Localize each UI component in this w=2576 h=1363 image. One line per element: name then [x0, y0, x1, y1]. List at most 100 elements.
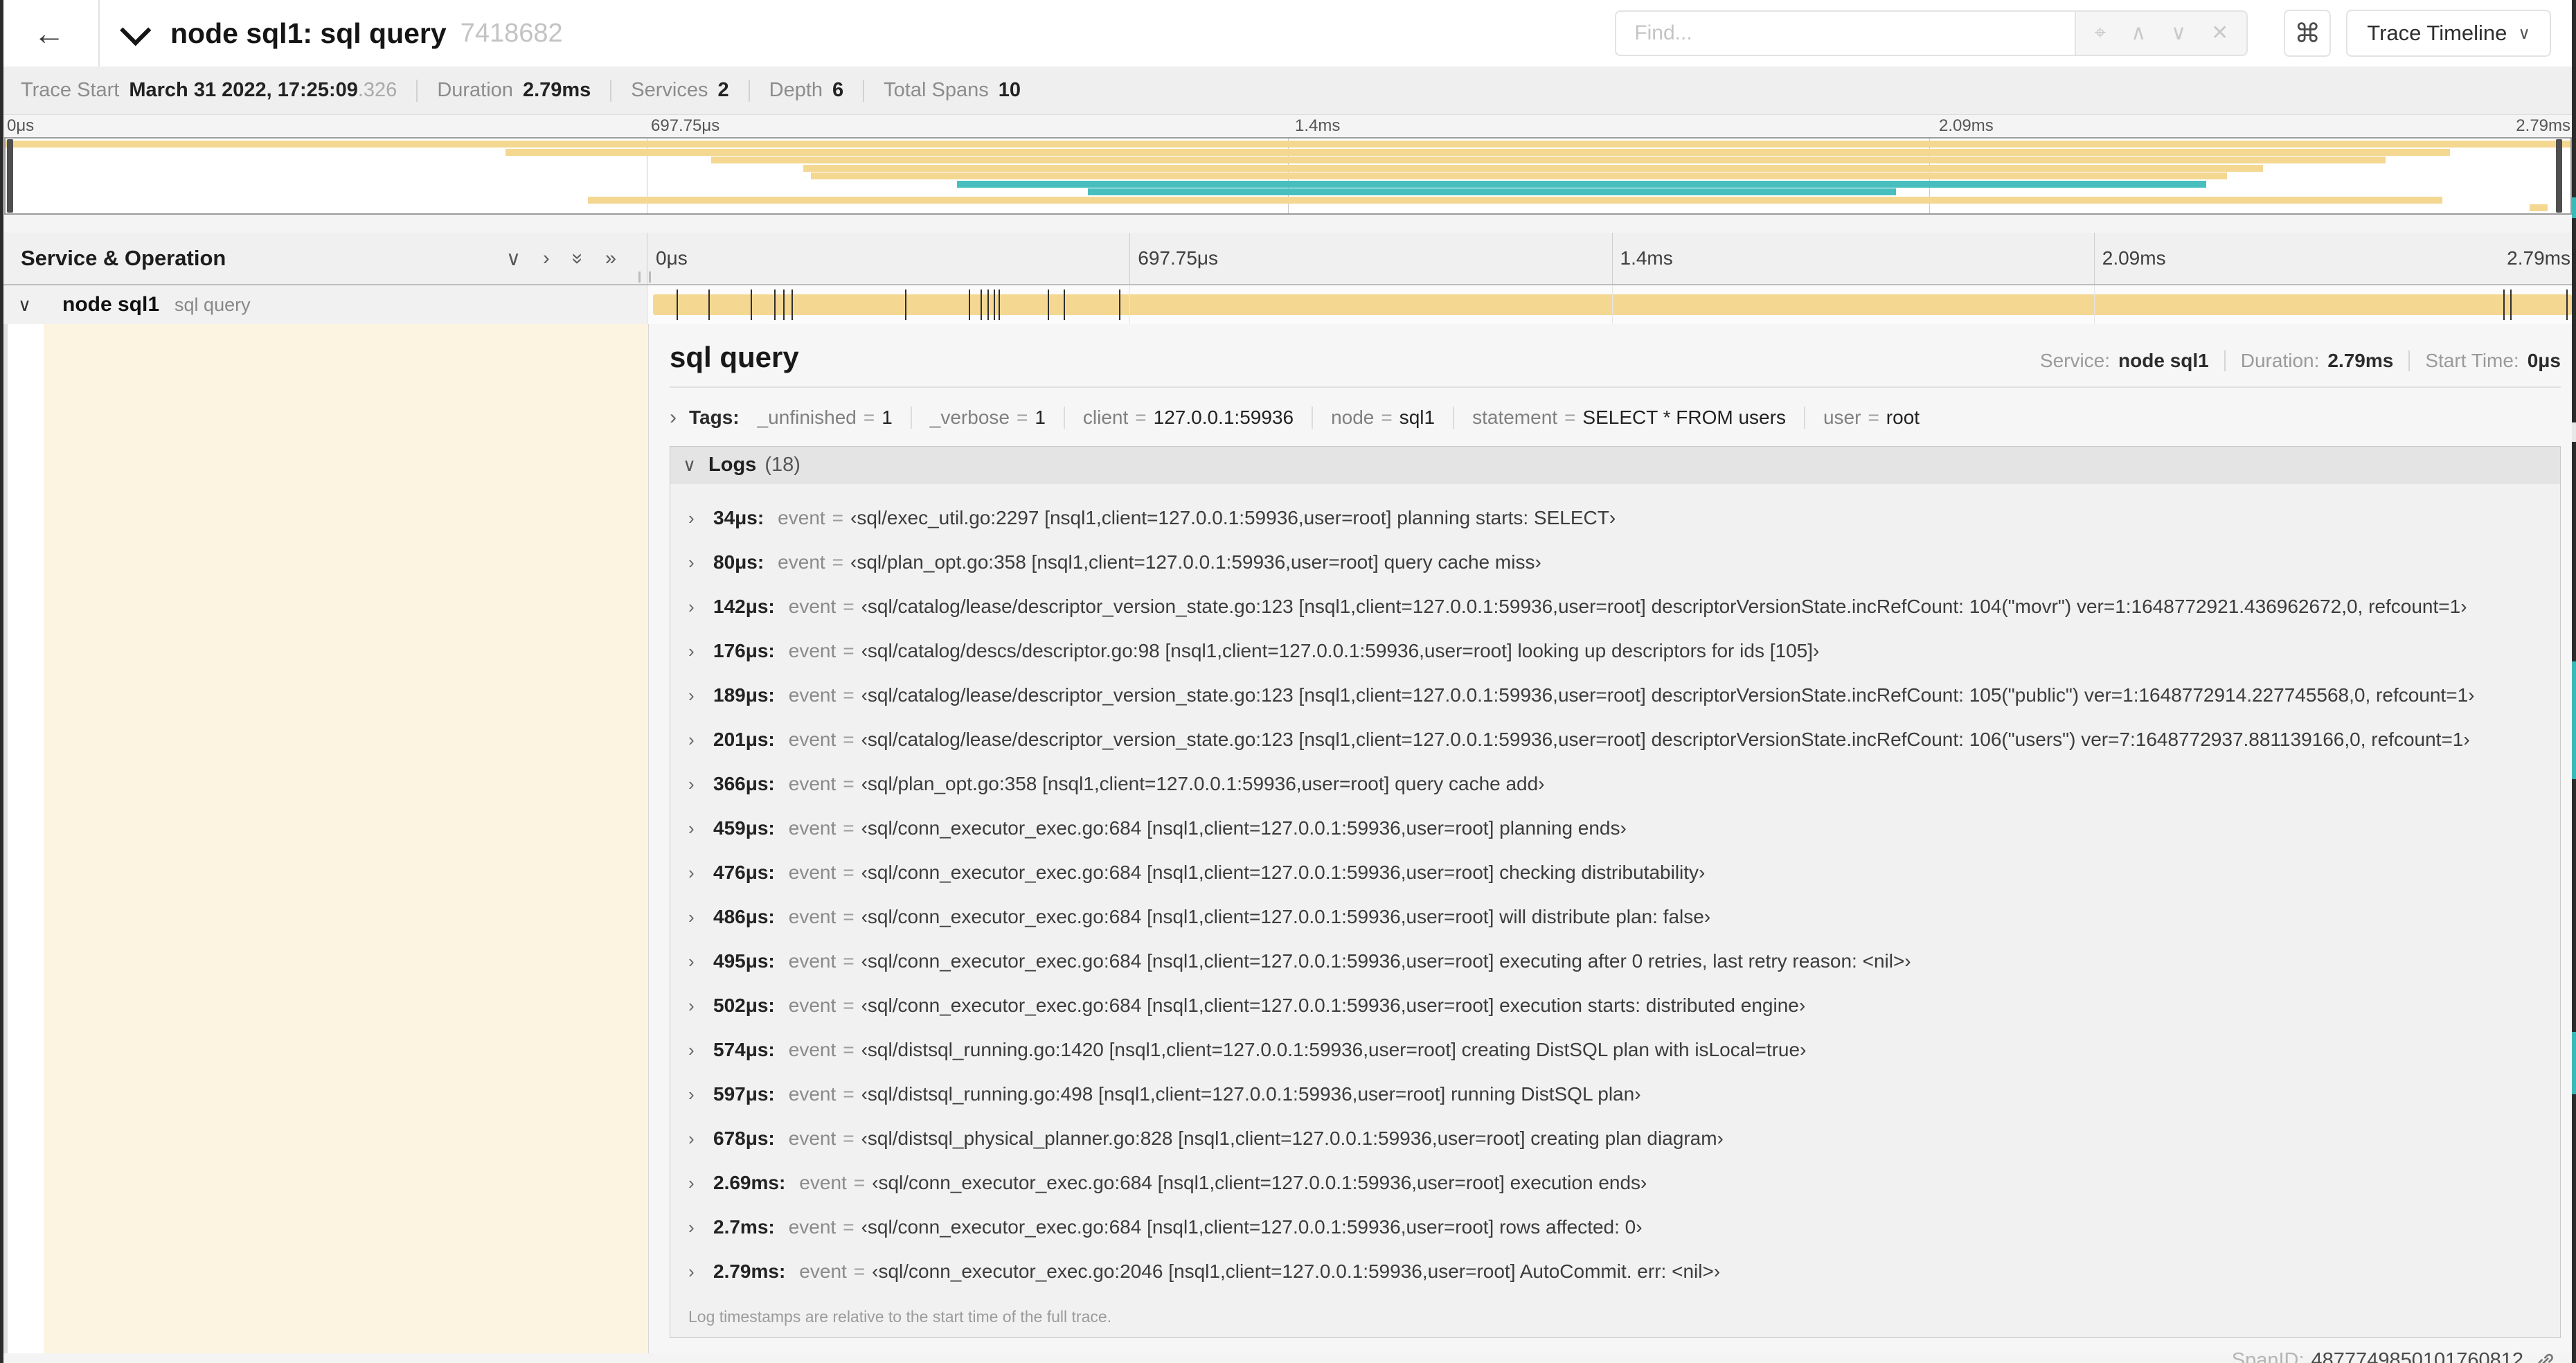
tag-pair: _unfinished = 1	[758, 407, 893, 429]
log-row[interactable]: › 678μs: event = ‹sql/distsql_physical_plann…	[670, 1116, 2560, 1161]
copy-link-icon[interactable]	[2534, 1350, 2557, 1363]
timeline-grid-header: Service & Operation ∨ › » » 0μs 697.75μs 1…	[0, 233, 2576, 285]
log-field-key: event	[788, 995, 837, 1016]
span-id-row: SpanID: 4877749850101760812	[670, 1349, 2561, 1363]
separator	[2224, 350, 2226, 371]
trace-meta-value: 6	[832, 79, 844, 101]
tags-toggle-icon[interactable]: ›	[670, 406, 677, 429]
log-timestamp: 2.7ms:	[713, 1216, 775, 1238]
log-marker	[998, 289, 1000, 320]
log-field-key: event	[788, 729, 837, 750]
log-row[interactable]: › 2.7ms: event = ‹sql/conn_executor_exec.go:…	[670, 1205, 2560, 1249]
minimap-span	[710, 157, 2386, 163]
log-toggle-icon[interactable]: ›	[688, 685, 713, 706]
find-prev-icon[interactable]: ∧	[2131, 23, 2146, 44]
log-toggle-icon[interactable]: ›	[688, 508, 713, 529]
find-next-icon[interactable]: ∨	[2171, 23, 2186, 44]
log-field-key: event	[788, 773, 837, 794]
log-toggle-icon[interactable]: ›	[688, 1040, 713, 1061]
log-row[interactable]: › 80μs: event = ‹sql/plan_opt.go:358 [nsql1,…	[670, 540, 2560, 585]
log-toggle-icon[interactable]: ›	[688, 641, 713, 662]
back-button[interactable]: ←	[0, 0, 100, 66]
log-toggle-icon[interactable]: ›	[688, 1261, 713, 1283]
locate-icon[interactable]: ⌖	[2094, 23, 2106, 44]
log-row[interactable]: › 476μs: event = ‹sql/conn_executor_exec.go:…	[670, 850, 2560, 895]
find-input[interactable]	[1615, 10, 2075, 56]
log-toggle-icon[interactable]: ›	[688, 995, 713, 1017]
keyboard-shortcuts-button[interactable]: ⌘	[2284, 10, 2332, 57]
log-field-key: event	[788, 1083, 837, 1105]
log-row[interactable]: › 2.69ms: event = ‹sql/conn_executor_exec.go…	[670, 1161, 2560, 1205]
find-clear-icon[interactable]: ✕	[2211, 23, 2228, 44]
log-row[interactable]: › 366μs: event = ‹sql/plan_opt.go:358 [nsql1…	[670, 762, 2560, 806]
view-selector-button[interactable]: Trace Timeline ∨	[2346, 10, 2551, 57]
log-toggle-icon[interactable]: ›	[688, 552, 713, 573]
log-field-value: ‹sql/plan_opt.go:358 [nsql1,client=127.0…	[861, 773, 1545, 794]
collapse-trace-chevron-icon[interactable]	[120, 15, 152, 46]
log-toggle-icon[interactable]: ›	[688, 774, 713, 795]
log-toggle-icon[interactable]: ›	[688, 729, 713, 751]
collapse-all-icon[interactable]: »	[566, 253, 589, 264]
log-toggle-icon[interactable]: ›	[688, 1128, 713, 1150]
log-row[interactable]: › 486μs: event = ‹sql/conn_executor_exec.go:…	[670, 895, 2560, 939]
log-row[interactable]: › 574μs: event = ‹sql/distsql_running.go:142…	[670, 1028, 2560, 1072]
trace-title-area: node sql1: sql query 7418682	[100, 15, 1615, 50]
log-timestamp: 678μs:	[713, 1128, 775, 1149]
log-toggle-icon[interactable]: ›	[688, 907, 713, 928]
service-operation-title: Service & Operation	[21, 246, 226, 270]
logs-toggle-icon[interactable]: ∨	[683, 454, 696, 476]
trace-meta-item: Trace Start March 31 2022, 17:25:09.326	[21, 79, 397, 102]
minimap-left-handle[interactable]	[7, 139, 13, 213]
log-row[interactable]: › 597μs: event = ‹sql/distsql_running.go:498…	[670, 1072, 2560, 1116]
log-row[interactable]: › 34μs: event = ‹sql/exec_util.go:2297 [nsql…	[670, 496, 2560, 540]
log-field-value: ‹sql/distsql_running.go:498 [nsql1,clien…	[861, 1083, 1641, 1105]
log-equals: =	[853, 1172, 866, 1193]
logs-header[interactable]: ∨ Logs (18)	[670, 447, 2560, 483]
span-operation-name: sql query	[175, 294, 251, 315]
log-toggle-icon[interactable]: ›	[688, 951, 713, 972]
collapse-one-icon[interactable]: ∨	[506, 247, 521, 271]
log-timestamp: 176μs:	[713, 640, 775, 661]
trace-meta-label: Total Spans	[884, 79, 989, 101]
span-detail-header[interactable]: sql query Service: node sql1 Duration: 2.79…	[670, 341, 2561, 374]
log-row[interactable]: › 495μs: event = ‹sql/conn_executor_exec.go:…	[670, 939, 2560, 983]
expand-one-icon[interactable]: ›	[543, 247, 550, 270]
log-marker	[791, 289, 793, 320]
log-toggle-icon[interactable]: ›	[688, 862, 713, 884]
span-row-label[interactable]: ∨ node sql1 sql query	[0, 285, 647, 324]
log-row[interactable]: › 189μs: event = ‹sql/catalog/lease/descript…	[670, 673, 2560, 718]
log-row[interactable]: › 176μs: event = ‹sql/catalog/descs/descript…	[670, 629, 2560, 673]
logs-count: (18)	[764, 453, 800, 476]
tag-value: SELECT * FROM users	[1582, 407, 1786, 428]
tag-value: root	[1886, 407, 1920, 428]
tag-equals: =	[1868, 407, 1879, 428]
log-toggle-icon[interactable]: ›	[688, 1173, 713, 1194]
log-row[interactable]: › 459μs: event = ‹sql/conn_executor_exec.go:…	[670, 806, 2560, 850]
log-field-key: event	[788, 684, 837, 706]
log-toggle-icon[interactable]: ›	[688, 1217, 713, 1238]
log-toggle-icon[interactable]: ›	[688, 818, 713, 839]
log-field-key: event	[778, 551, 825, 573]
selected-row-tint	[44, 324, 647, 1353]
expand-all-icon[interactable]: »	[605, 247, 616, 270]
separator	[416, 79, 418, 102]
log-field-key: event	[788, 1039, 837, 1060]
log-toggle-icon[interactable]: ›	[688, 596, 713, 618]
detail-meta-value: 0μs	[2527, 350, 2561, 371]
axis-tick-label: 1.4ms	[1295, 116, 1341, 135]
minimap-right-handle[interactable]	[2556, 139, 2562, 213]
log-row[interactable]: › 201μs: event = ‹sql/catalog/lease/descript…	[670, 718, 2560, 762]
timeline-minimap[interactable]	[4, 137, 2572, 215]
log-row[interactable]: › 2.79ms: event = ‹sql/conn_executor_exec.go…	[670, 1249, 2560, 1294]
span-detail-left-column	[0, 324, 647, 1353]
log-row[interactable]: › 142μs: event = ‹sql/catalog/lease/descript…	[670, 585, 2560, 629]
log-field-key: event	[788, 950, 837, 972]
log-toggle-icon[interactable]: ›	[688, 1084, 713, 1105]
log-row[interactable]: › 502μs: event = ‹sql/conn_executor_exec.go:…	[670, 983, 2560, 1028]
tags-row[interactable]: › Tags: _unfinished = 1 _verbose = 1 client = 12…	[670, 406, 2561, 429]
log-equals: =	[843, 773, 855, 794]
span-duration-bar[interactable]	[653, 289, 2572, 320]
span-detail-title: sql query	[670, 341, 799, 373]
trace-meta-value: 2.79ms	[522, 79, 591, 101]
log-equals: =	[843, 596, 855, 617]
